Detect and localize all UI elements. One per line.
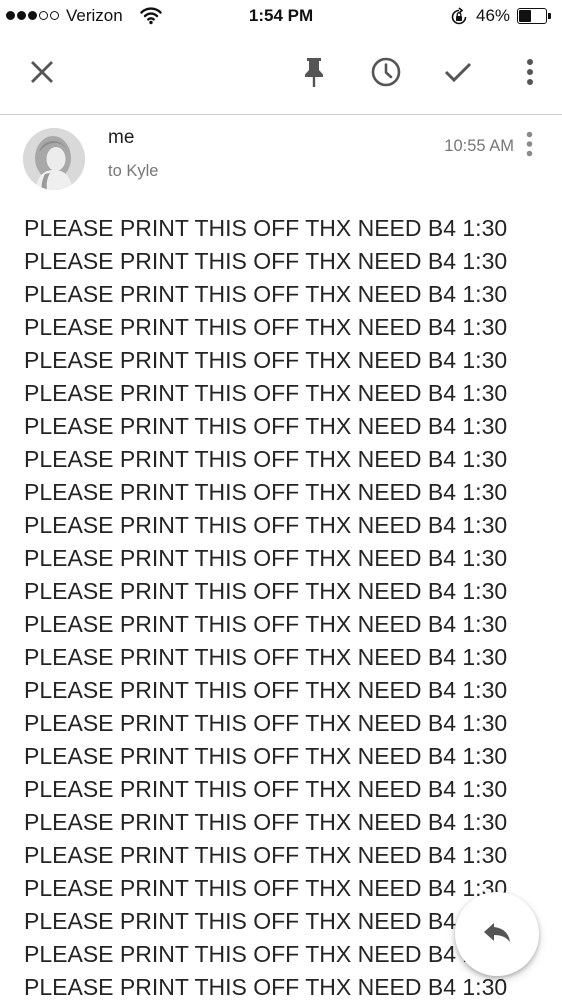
message-body-line: PLEASE PRINT THIS OFF THX NEED B4 1:30 <box>24 248 508 274</box>
message-body-line: PLEASE PRINT THIS OFF THX NEED B4 1:30 <box>24 380 508 406</box>
close-button[interactable] <box>20 52 64 96</box>
message-body-line: PLEASE PRINT THIS OFF THX NEED B4 1:30 <box>24 578 508 604</box>
message-body-line: PLEASE PRINT THIS OFF THX NEED B4 1:30 <box>24 347 508 373</box>
message-body-line: PLEASE PRINT THIS OFF THX NEED B4 1:30 <box>24 677 508 703</box>
more-vert-icon <box>526 58 534 91</box>
pin-icon <box>301 56 327 93</box>
close-icon <box>29 59 55 90</box>
message-body-line: PLEASE PRINT THIS OFF THX NEED B4 1:30 <box>24 446 508 472</box>
more-vert-icon <box>526 131 533 162</box>
status-bar: Verizon 1:54 PM 46% <box>0 0 562 34</box>
message-body: PLEASE PRINT THIS OFF THX NEED B4 1:30 PL… <box>24 212 554 1004</box>
orientation-lock-icon <box>449 7 469 32</box>
message-body-line: PLEASE PRINT THIS OFF THX NEED B4 1:30 <box>24 776 508 802</box>
message-body-line: PLEASE PRINT THIS OFF THX NEED B4 1:30 <box>24 644 508 670</box>
message-body-line: PLEASE PRINT THIS OFF THX NEED B4 1:30 <box>24 710 508 736</box>
battery-icon <box>517 8 551 24</box>
checkmark-icon <box>443 59 473 90</box>
message-body-line: PLEASE PRINT THIS OFF THX NEED B4 1:30 <box>24 314 508 340</box>
message-body-line: PLEASE PRINT THIS OFF THX NEED B4 1:30 <box>24 281 508 307</box>
message-timestamp: 10:55 AM <box>444 137 514 155</box>
snooze-icon <box>370 56 402 93</box>
battery-level-fill <box>519 10 531 22</box>
more-options-button[interactable] <box>508 52 552 96</box>
sender-name[interactable]: me <box>108 127 134 149</box>
message-body-line: PLEASE PRINT THIS OFF THX NEED B4 1:30 <box>24 611 508 637</box>
message-body-line: PLEASE PRINT THIS OFF THX NEED B4 1:30 <box>24 842 508 868</box>
message-body-line: PLEASE PRINT THIS OFF THX NEED B4 1:30 <box>24 809 508 835</box>
toolbar <box>0 34 562 115</box>
message-body-line: PLEASE PRINT THIS OFF THX NEED B4 1:30 <box>24 479 508 505</box>
recipient-line[interactable]: to Kyle <box>108 162 158 181</box>
reply-icon <box>482 920 512 949</box>
message-body-line: PLEASE PRINT THIS OFF THX NEED B4 1:30 <box>24 974 508 1000</box>
reply-button[interactable] <box>455 892 539 976</box>
message-body-line: PLEASE PRINT THIS OFF THX NEED B4 1:30 <box>24 743 508 769</box>
sender-avatar[interactable] <box>23 128 85 190</box>
snooze-button[interactable] <box>364 52 408 96</box>
pin-button[interactable] <box>292 52 336 96</box>
mark-done-button[interactable] <box>436 52 480 96</box>
message-body-line: PLEASE PRINT THIS OFF THX NEED B4 1:30 <box>24 512 508 538</box>
message-body-line: PLEASE PRINT THIS OFF THX NEED B4 1:30 <box>24 545 508 571</box>
battery-percentage: 46% <box>476 6 511 25</box>
message-body-line: PLEASE PRINT THIS OFF THX NEED B4 1:30 <box>24 215 508 241</box>
message-body-line: PLEASE PRINT THIS OFF THX NEED B4 1:30 <box>24 413 508 439</box>
message-more-button[interactable] <box>518 131 540 162</box>
